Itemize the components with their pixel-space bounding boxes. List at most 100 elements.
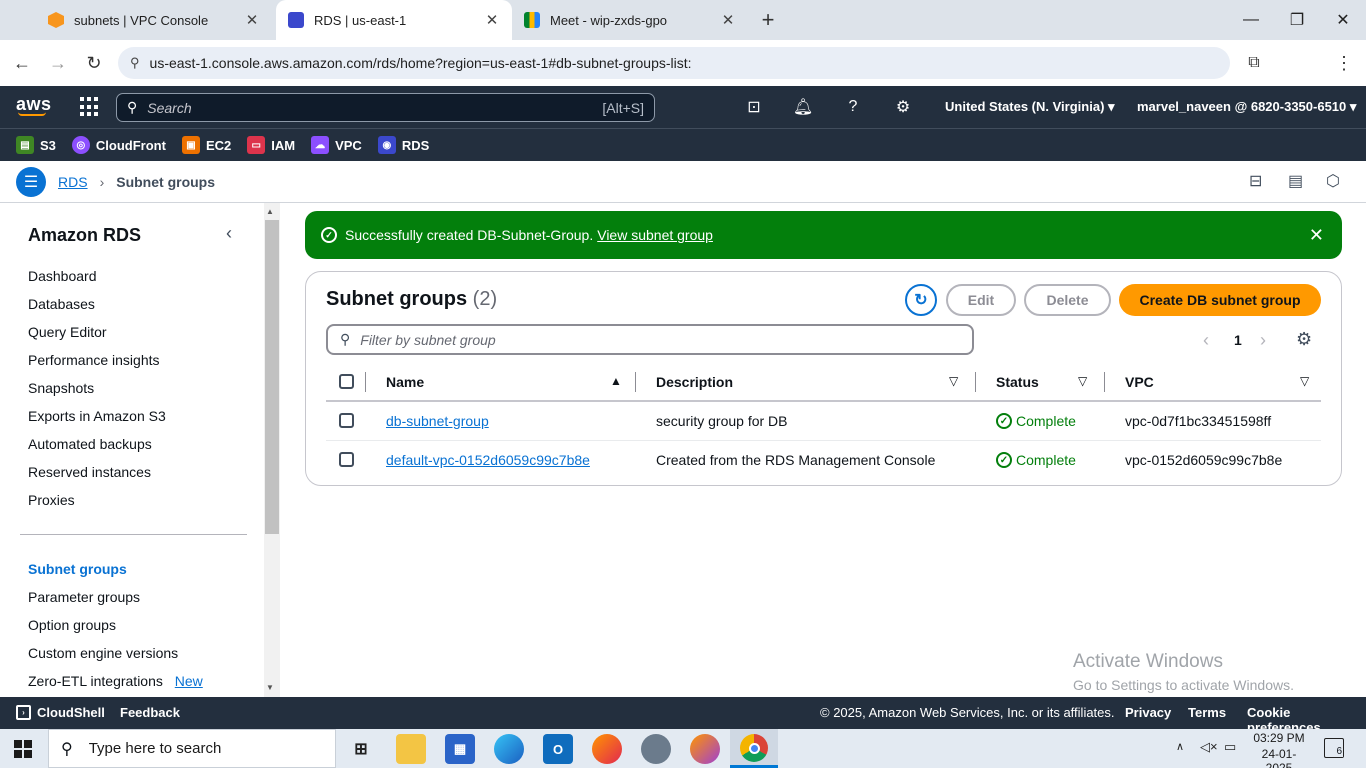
table-settings-gear-icon[interactable]: ⚙	[1296, 329, 1312, 350]
tab-meet[interactable]: Meet - wip-zxds-gpo ✕	[512, 0, 748, 40]
column-header-name[interactable]: Name	[386, 374, 424, 390]
help-question-icon[interactable]: ?	[839, 93, 867, 121]
omnibox[interactable]: ⚲ us-east-1.console.aws.amazon.com/rds/h…	[118, 47, 1230, 79]
file-explorer-icon[interactable]	[396, 734, 426, 764]
subnet-group-name-link[interactable]: default-vpc-0152d6059c99c7b8e	[386, 452, 590, 468]
cloudshell-button[interactable]: › CloudShell	[16, 705, 105, 720]
restore-icon[interactable]: ❐	[1274, 0, 1320, 40]
sidebar-item-option-groups[interactable]: Option groups	[28, 617, 116, 633]
close-tab-icon[interactable]: ✕	[244, 11, 260, 29]
reload-icon[interactable]: ↻	[78, 47, 110, 79]
select-all-checkbox[interactable]	[339, 374, 354, 389]
scrollbar-thumb[interactable]	[265, 220, 279, 534]
notifications-bell-icon[interactable]: 🔔︎	[789, 93, 817, 121]
close-tab-icon[interactable]: ✕	[484, 11, 500, 29]
edge-browser-icon[interactable]	[494, 734, 524, 764]
feedback-screen-icon[interactable]: ⊟	[1249, 171, 1262, 191]
sidebar-item-parameter-groups[interactable]: Parameter groups	[28, 589, 140, 605]
minimize-icon[interactable]: —	[1228, 0, 1274, 40]
sidebar-item-subnet-groups[interactable]: Subnet groups	[28, 561, 127, 577]
subnet-group-name-link[interactable]: db-subnet-group	[386, 413, 489, 429]
row-checkbox[interactable]	[339, 452, 354, 467]
tab-rds[interactable]: RDS | us-east-1 ✕	[276, 0, 512, 40]
sort-caret-down-icon[interactable]: ▽	[1300, 374, 1309, 388]
row-checkbox[interactable]	[339, 413, 354, 428]
create-db-subnet-group-button[interactable]: Create DB subnet group	[1119, 284, 1321, 316]
sidebar-item-custom-engine-versions[interactable]: Custom engine versions	[28, 645, 178, 661]
next-page-chevron-icon[interactable]: ›	[1260, 330, 1266, 351]
fav-cloudfront[interactable]: ◎ CloudFront	[71, 136, 166, 154]
fav-ec2[interactable]: ▣ EC2	[181, 136, 231, 154]
task-view-icon[interactable]: ⊞	[346, 734, 376, 764]
tab-subnets-vpc[interactable]: subnets | VPC Console ✕	[36, 0, 272, 40]
services-grid-icon[interactable]	[80, 97, 100, 117]
filter-input[interactable]: ⚲ Filter by subnet group	[326, 324, 974, 355]
site-info-icon[interactable]: ⚲	[130, 55, 140, 71]
taskbar-search-box[interactable]: ⚲ Type here to search	[48, 729, 336, 768]
delete-button[interactable]: Delete	[1024, 284, 1111, 316]
back-arrow-icon[interactable]: ←	[6, 47, 38, 79]
app-icon[interactable]	[641, 734, 671, 764]
sidebar-item-reserved-instances[interactable]: Reserved instances	[28, 464, 151, 480]
sidebar-scrollbar[interactable]: ▲ ▼	[264, 203, 280, 697]
dismiss-close-icon[interactable]: ✕	[1309, 225, 1324, 246]
search-placeholder: Search	[147, 99, 192, 116]
column-header-vpc[interactable]: VPC	[1125, 374, 1154, 390]
sidebar-item-exports-s3[interactable]: Exports in Amazon S3	[28, 408, 166, 424]
breadcrumb-rds-link[interactable]: RDS	[58, 174, 88, 190]
scroll-up-arrow-icon[interactable]: ▲	[266, 207, 274, 216]
close-tab-icon[interactable]: ✕	[720, 11, 736, 29]
aws-search-bar[interactable]: ⚲ Search [Alt+S]	[116, 93, 655, 122]
view-subnet-group-link[interactable]: View subnet group	[597, 227, 713, 243]
collapse-chevron-left-icon[interactable]: ‹	[226, 223, 232, 244]
sort-caret-down-icon[interactable]: ▽	[949, 374, 958, 388]
sidebar-item-automated-backups[interactable]: Automated backups	[28, 436, 152, 452]
taskbar-clock[interactable]: 03:29 PM 24-01-2025	[1250, 731, 1308, 768]
sidebar-item-performance-insights[interactable]: Performance insights	[28, 352, 160, 368]
hamburger-menu-icon[interactable]: ☰	[16, 167, 46, 197]
edit-button[interactable]: Edit	[946, 284, 1016, 316]
window-close-icon[interactable]: ✕	[1320, 0, 1366, 40]
terms-link[interactable]: Terms	[1188, 705, 1226, 720]
sidebar-item-zero-etl[interactable]: Zero-ETL integrations New	[28, 673, 203, 689]
sidebar-item-proxies[interactable]: Proxies	[28, 492, 75, 508]
forward-arrow-icon[interactable]: →	[42, 47, 74, 79]
sidebar-item-snapshots[interactable]: Snapshots	[28, 380, 94, 396]
region-selector[interactable]: United States (N. Virginia) ▾	[945, 99, 1115, 115]
outlook-icon[interactable]: O	[543, 734, 573, 764]
extensions-puzzle-icon[interactable]: ⧉	[1238, 47, 1270, 79]
windows-start-icon[interactable]	[14, 740, 32, 758]
info-panel-icon[interactable]: ▤	[1288, 171, 1303, 191]
page-number[interactable]: 1	[1234, 332, 1242, 348]
taskbar-active-chrome[interactable]	[730, 729, 778, 768]
sidebar-item-databases[interactable]: Databases	[28, 296, 95, 312]
speaker-muted-icon[interactable]: ◁×	[1200, 739, 1218, 755]
browser-menu-kebab-icon[interactable]: ⋮	[1328, 47, 1360, 79]
sidebar-item-query-editor[interactable]: Query Editor	[28, 324, 107, 340]
scroll-down-arrow-icon[interactable]: ▼	[266, 683, 274, 692]
settings-gear-icon[interactable]: ⚙	[889, 93, 917, 121]
feedback-link[interactable]: Feedback	[120, 705, 180, 720]
microsoft-store-icon[interactable]: ▦	[445, 734, 475, 764]
account-menu[interactable]: marvel_naveen @ 6820-3350-6510 ▾	[1137, 99, 1356, 115]
privacy-link[interactable]: Privacy	[1125, 705, 1171, 720]
cloudshell-terminal-icon[interactable]: ⊡	[740, 93, 768, 121]
tray-chevron-up-icon[interactable]: ∧	[1176, 740, 1184, 753]
notification-center-icon[interactable]: 6	[1324, 738, 1344, 758]
prev-page-chevron-icon[interactable]: ‹	[1203, 330, 1209, 351]
firefox-dev-icon[interactable]	[690, 734, 720, 764]
fav-vpc[interactable]: ☁ VPC	[311, 136, 362, 154]
sidebar-item-dashboard[interactable]: Dashboard	[28, 268, 97, 284]
sort-ascending-icon[interactable]: ▲	[610, 374, 622, 388]
network-icon[interactable]: ▭	[1224, 739, 1236, 755]
new-tab-plus-icon[interactable]: +	[756, 7, 780, 32]
column-header-status[interactable]: Status	[996, 374, 1039, 390]
sort-caret-down-icon[interactable]: ▽	[1078, 374, 1087, 388]
firefox-icon[interactable]	[592, 734, 622, 764]
fav-s3[interactable]: ▤ S3	[16, 136, 56, 154]
column-header-description[interactable]: Description	[656, 374, 733, 390]
fav-rds[interactable]: ◉ RDS	[377, 136, 429, 154]
fav-iam[interactable]: ▭ IAM	[247, 136, 295, 154]
refresh-icon[interactable]: ↻	[905, 284, 937, 316]
help-panel-icon[interactable]: ⬡	[1326, 171, 1340, 191]
